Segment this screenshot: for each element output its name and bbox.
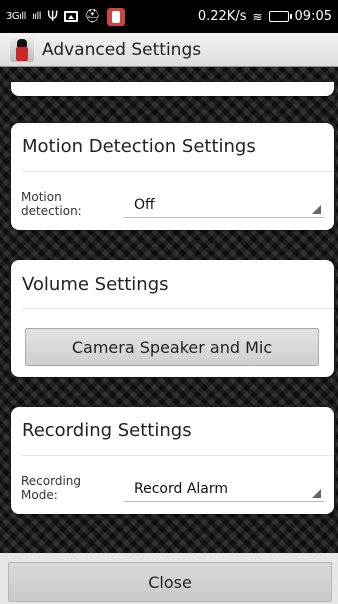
- recording-mode-label: Recording Mode:: [21, 474, 82, 502]
- dropdown-arrow-icon: [312, 489, 321, 498]
- divider: [21, 455, 334, 456]
- image-icon: [64, 11, 79, 22]
- usb-icon: Ψ: [47, 8, 59, 25]
- divider: [21, 171, 334, 172]
- divider: [21, 308, 334, 309]
- wifi-icon: ≋: [252, 9, 263, 24]
- clock: 09:05: [294, 9, 332, 24]
- recording-mode-value: Record Alarm: [134, 481, 229, 497]
- signal-icon: ııll: [31, 11, 42, 22]
- bottom-bar: Close: [0, 553, 338, 604]
- page-title: Advanced Settings: [42, 39, 202, 60]
- network-speed: 0.22K/s: [197, 9, 247, 24]
- app-notification-icon: ⛑: [84, 9, 101, 24]
- partial-settings-card: [11, 82, 334, 96]
- volume-settings-card: Volume Settings Camera Speaker and Mic: [11, 260, 334, 377]
- motion-detection-card: Motion Detection Settings Motion detecti…: [11, 123, 334, 230]
- status-right: 0.22K/s ≋ 09:05: [198, 9, 332, 24]
- recording-settings-title: Recording Settings: [22, 420, 192, 441]
- action-bar: Advanced Settings: [0, 33, 338, 67]
- camera-speaker-mic-button[interactable]: Camera Speaker and Mic: [25, 328, 319, 366]
- volume-settings-title: Volume Settings: [22, 274, 169, 295]
- recording-settings-card: Recording Settings Recording Mode: Recor…: [11, 407, 334, 514]
- recording-mode-dropdown[interactable]: Record Alarm: [124, 476, 324, 502]
- motion-detection-dropdown[interactable]: Off: [124, 192, 324, 218]
- app-logo-icon[interactable]: [10, 37, 34, 62]
- close-button[interactable]: Close: [8, 562, 332, 602]
- status-bar: 3Gıll ııll Ψ ⛑ 0.22K/s ≋ 09:05: [0, 0, 338, 33]
- motion-detection-value: Off: [134, 197, 155, 213]
- app-icon: [106, 7, 125, 26]
- status-left: 3Gıll ııll Ψ ⛑: [6, 7, 125, 26]
- battery-icon: [268, 11, 292, 22]
- motion-detection-label: Motion detection:: [21, 190, 82, 218]
- signal-icon: 3Gıll: [6, 11, 26, 22]
- motion-detection-title: Motion Detection Settings: [22, 136, 256, 157]
- dropdown-arrow-icon: [312, 205, 321, 214]
